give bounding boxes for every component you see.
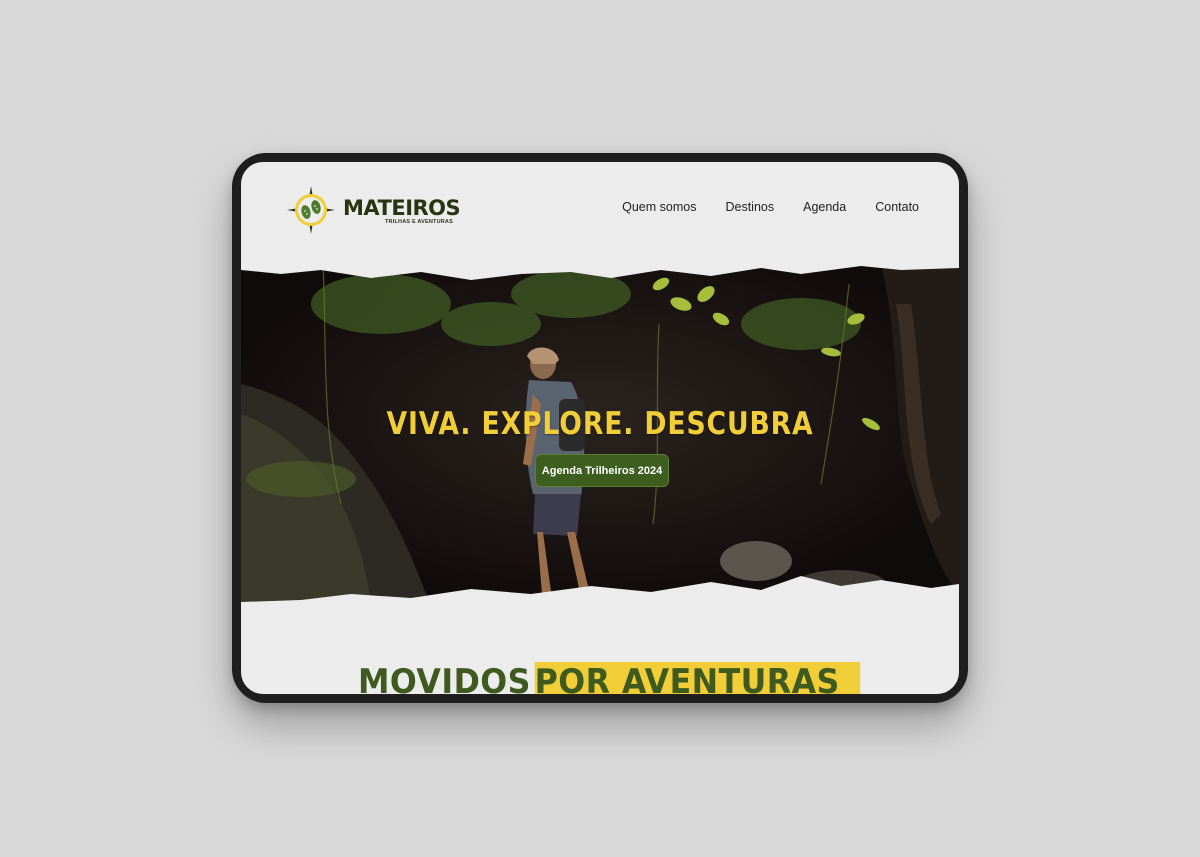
hero-title: VIVA. EXPLORE. DESCUBRA — [386, 406, 814, 442]
website-screen: MATEIROS TRILHAS E AVENTURAS Quem somos … — [241, 162, 959, 694]
brand-name: MATEIROS — [343, 196, 461, 220]
section-title-part1: MOVIDOS — [358, 662, 531, 694]
main-navigation: Quem somos Destinos Agenda Contato — [622, 200, 919, 214]
hero-banner: VIVA. EXPLORE. DESCUBRA Agenda Trilheiro… — [241, 264, 959, 607]
nav-link-quem-somos[interactable]: Quem somos — [622, 200, 696, 214]
compass-footprints-icon — [287, 186, 335, 234]
brand-tagline: TRILHAS E AVENTURAS — [385, 219, 453, 225]
section-title: MOVIDOS POR AVENTURAS — [358, 662, 861, 694]
tablet-frame: MATEIROS TRILHAS E AVENTURAS Quem somos … — [232, 153, 968, 703]
section-title-part2-highlight: POR AVENTURAS — [534, 662, 861, 694]
nav-link-destinos[interactable]: Destinos — [725, 200, 774, 214]
agenda-cta-button[interactable]: Agenda Trilheiros 2024 — [535, 454, 669, 487]
nav-link-agenda[interactable]: Agenda — [803, 200, 846, 214]
brand-logo[interactable]: MATEIROS TRILHAS E AVENTURAS — [283, 182, 463, 238]
nav-link-contato[interactable]: Contato — [875, 200, 919, 214]
